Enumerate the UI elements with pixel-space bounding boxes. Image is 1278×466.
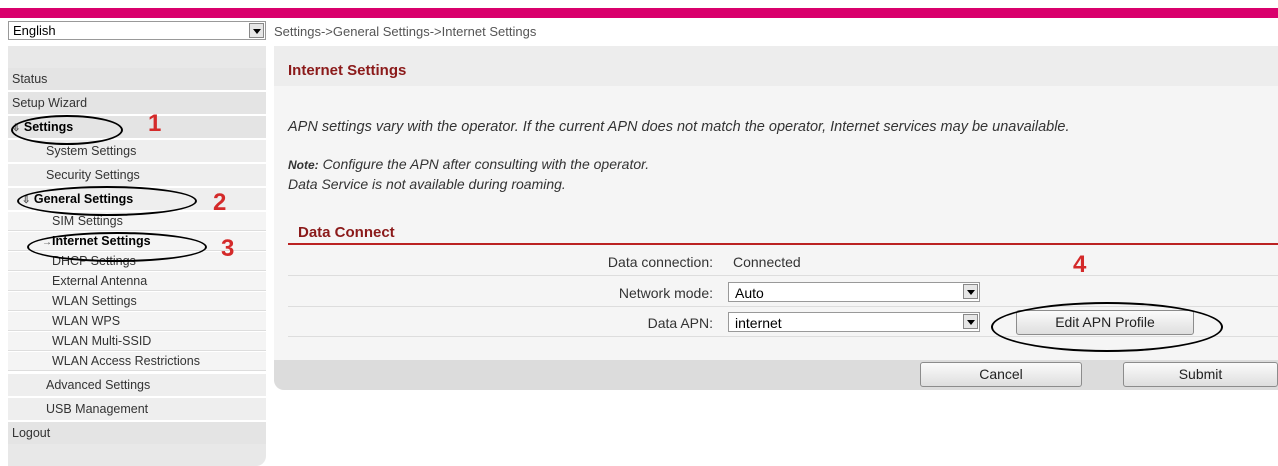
action-bar: Cancel Submit <box>274 360 1278 390</box>
network-mode-label: Network mode: <box>618 285 713 301</box>
data-connection-row: Data connection: Connected <box>288 249 1278 276</box>
sidebar-item-status[interactable]: Status <box>8 68 266 91</box>
annotation-ellipse-internet-settings <box>27 232 207 262</box>
annotation-number-3: 3 <box>221 235 235 262</box>
data-connection-value: Connected <box>733 254 801 270</box>
annotation-ellipse-general-settings <box>17 186 197 216</box>
section-title-data-connect: Data Connect <box>298 224 395 241</box>
sidebar-item-setup-wizard[interactable]: Setup Wizard <box>8 92 266 115</box>
sidebar-item-wlan-access-restrictions[interactable]: WLAN Access Restrictions <box>8 352 266 371</box>
page-header: Internet Settings <box>274 46 1278 86</box>
note-line: Note: Configure the APN after consulting… <box>288 156 649 172</box>
section-divider <box>288 243 1278 245</box>
language-value: English <box>13 23 56 38</box>
sidebar-item-logout[interactable]: Logout <box>8 422 266 445</box>
sidebar-footer <box>8 444 266 466</box>
sidebar-item-wlan-settings[interactable]: WLAN Settings <box>8 292 266 311</box>
annotation-number-2: 2 <box>213 189 227 216</box>
network-mode-select[interactable]: Auto <box>728 282 980 302</box>
sidebar-item-security-settings[interactable]: Security Settings <box>8 164 266 187</box>
annotation-number-1: 1 <box>148 110 162 137</box>
note-label: Note: <box>288 158 319 172</box>
language-select[interactable]: English <box>8 21 266 40</box>
data-apn-value: internet <box>735 315 782 331</box>
annotation-ellipse-settings <box>11 115 123 145</box>
submit-button[interactable]: Submit <box>1123 362 1278 387</box>
page-title: Internet Settings <box>288 62 407 79</box>
note-text: Configure the APN after consulting with … <box>322 156 650 172</box>
breadcrumb: Settings->General Settings->Internet Set… <box>274 24 537 39</box>
sidebar-item-wlan-multi-ssid[interactable]: WLAN Multi-SSID <box>8 332 266 351</box>
roaming-note: Data Service is not available during roa… <box>288 176 566 192</box>
data-apn-label: Data APN: <box>647 315 713 331</box>
sidebar-item-wlan-wps[interactable]: WLAN WPS <box>8 312 266 331</box>
chevron-down-icon[interactable] <box>963 314 978 329</box>
chevron-down-icon[interactable] <box>963 284 978 299</box>
data-connection-label: Data connection: <box>607 254 713 270</box>
network-mode-value: Auto <box>735 285 764 301</box>
sidebar-item-usb-management[interactable]: USB Management <box>8 398 266 421</box>
annotation-number-4: 4 <box>1073 251 1087 278</box>
apn-description: APN settings vary with the operator. If … <box>288 119 1070 135</box>
sidebar-header <box>8 46 266 68</box>
sidebar-item-advanced-settings[interactable]: Advanced Settings <box>8 374 266 397</box>
data-apn-select[interactable]: internet <box>728 312 980 332</box>
cancel-button[interactable]: Cancel <box>920 362 1082 387</box>
sidebar-item-external-antenna[interactable]: External Antenna <box>8 272 266 291</box>
brand-top-bar <box>0 8 1278 18</box>
chevron-down-icon[interactable] <box>249 23 264 38</box>
annotation-ellipse-edit-apn <box>991 302 1223 352</box>
